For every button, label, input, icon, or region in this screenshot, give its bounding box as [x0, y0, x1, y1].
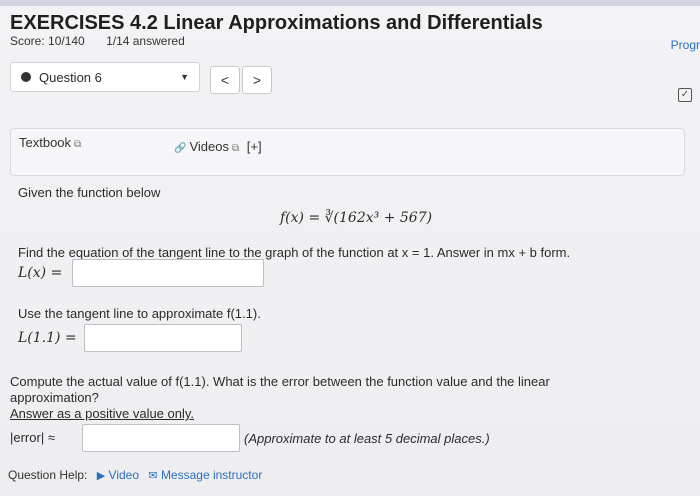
function-display: f(x) = ∛(162x³ + 567): [280, 210, 432, 226]
external-link-icon: ⧉: [74, 139, 82, 150]
status-dot-icon: [21, 72, 31, 82]
part3-note: Answer as a positive value only.: [10, 406, 195, 421]
prev-question-button[interactable]: <: [210, 66, 240, 94]
question-select[interactable]: Question 6 ▼: [10, 62, 200, 92]
mail-icon: ✉: [148, 470, 158, 482]
message-instructor-label: Message instructor: [160, 468, 263, 482]
part1-label: L(x) =: [18, 265, 63, 281]
help-label: Question Help:: [8, 468, 88, 482]
part3-hint: (Approximate to at least 5 decimal place…: [244, 431, 490, 446]
videos-link[interactable]: 🔗 Videos ⧉ [+]: [174, 139, 262, 154]
checkbox-icon[interactable]: ✓: [678, 88, 692, 102]
part2-prompt: Use the tangent line to approximate f(1.…: [18, 306, 261, 321]
videos-label: Videos: [189, 139, 229, 154]
textbook-label: Textbook: [19, 135, 72, 150]
play-icon: ▶: [96, 470, 106, 482]
page-title: EXERCISES 4.2 Linear Approximations and …: [10, 12, 543, 34]
help-video-label: Video: [108, 468, 140, 482]
chevron-down-icon: ▼: [180, 72, 189, 82]
approximation-input[interactable]: [84, 324, 242, 352]
external-link-icon: ⧉: [231, 143, 240, 154]
score: Score: 10/140: [10, 34, 85, 48]
videos-more[interactable]: [+]: [247, 139, 262, 154]
textbook-link[interactable]: Textbook ⧉: [19, 135, 81, 150]
part3-label: |error| ≈: [10, 430, 55, 445]
function-expression: f(x) = ∛(162x³ + 567): [280, 210, 433, 226]
tangent-line-input[interactable]: [72, 259, 264, 287]
resources-panel: Textbook ⧉ 🔗 Videos ⧉ [+]: [10, 128, 685, 176]
part3-prompt-line2: approximation?: [10, 390, 99, 405]
problem-intro: Given the function below: [18, 185, 161, 200]
score-row: Score: 10/140 1/14 answered: [10, 34, 203, 48]
message-instructor-link[interactable]: ✉ Message instructor: [148, 468, 262, 482]
part1-prompt: Find the equation of the tangent line to…: [18, 245, 571, 260]
question-help: Question Help: ▶ Video ✉ Message instruc…: [8, 468, 262, 482]
answered-count: 1/14 answered: [106, 34, 185, 48]
part2-label: L(1.1) =: [18, 330, 77, 346]
next-question-button[interactable]: >: [242, 66, 272, 94]
top-strip: [0, 0, 700, 6]
part3-prompt-line1: Compute the actual value of f(1.1). What…: [10, 374, 550, 389]
help-video-link[interactable]: ▶ Video: [97, 468, 139, 482]
question-select-label: Question 6: [39, 69, 102, 85]
error-input[interactable]: [82, 424, 240, 452]
progress-link[interactable]: Progr: [671, 38, 700, 52]
paperclip-icon: 🔗: [174, 143, 187, 154]
